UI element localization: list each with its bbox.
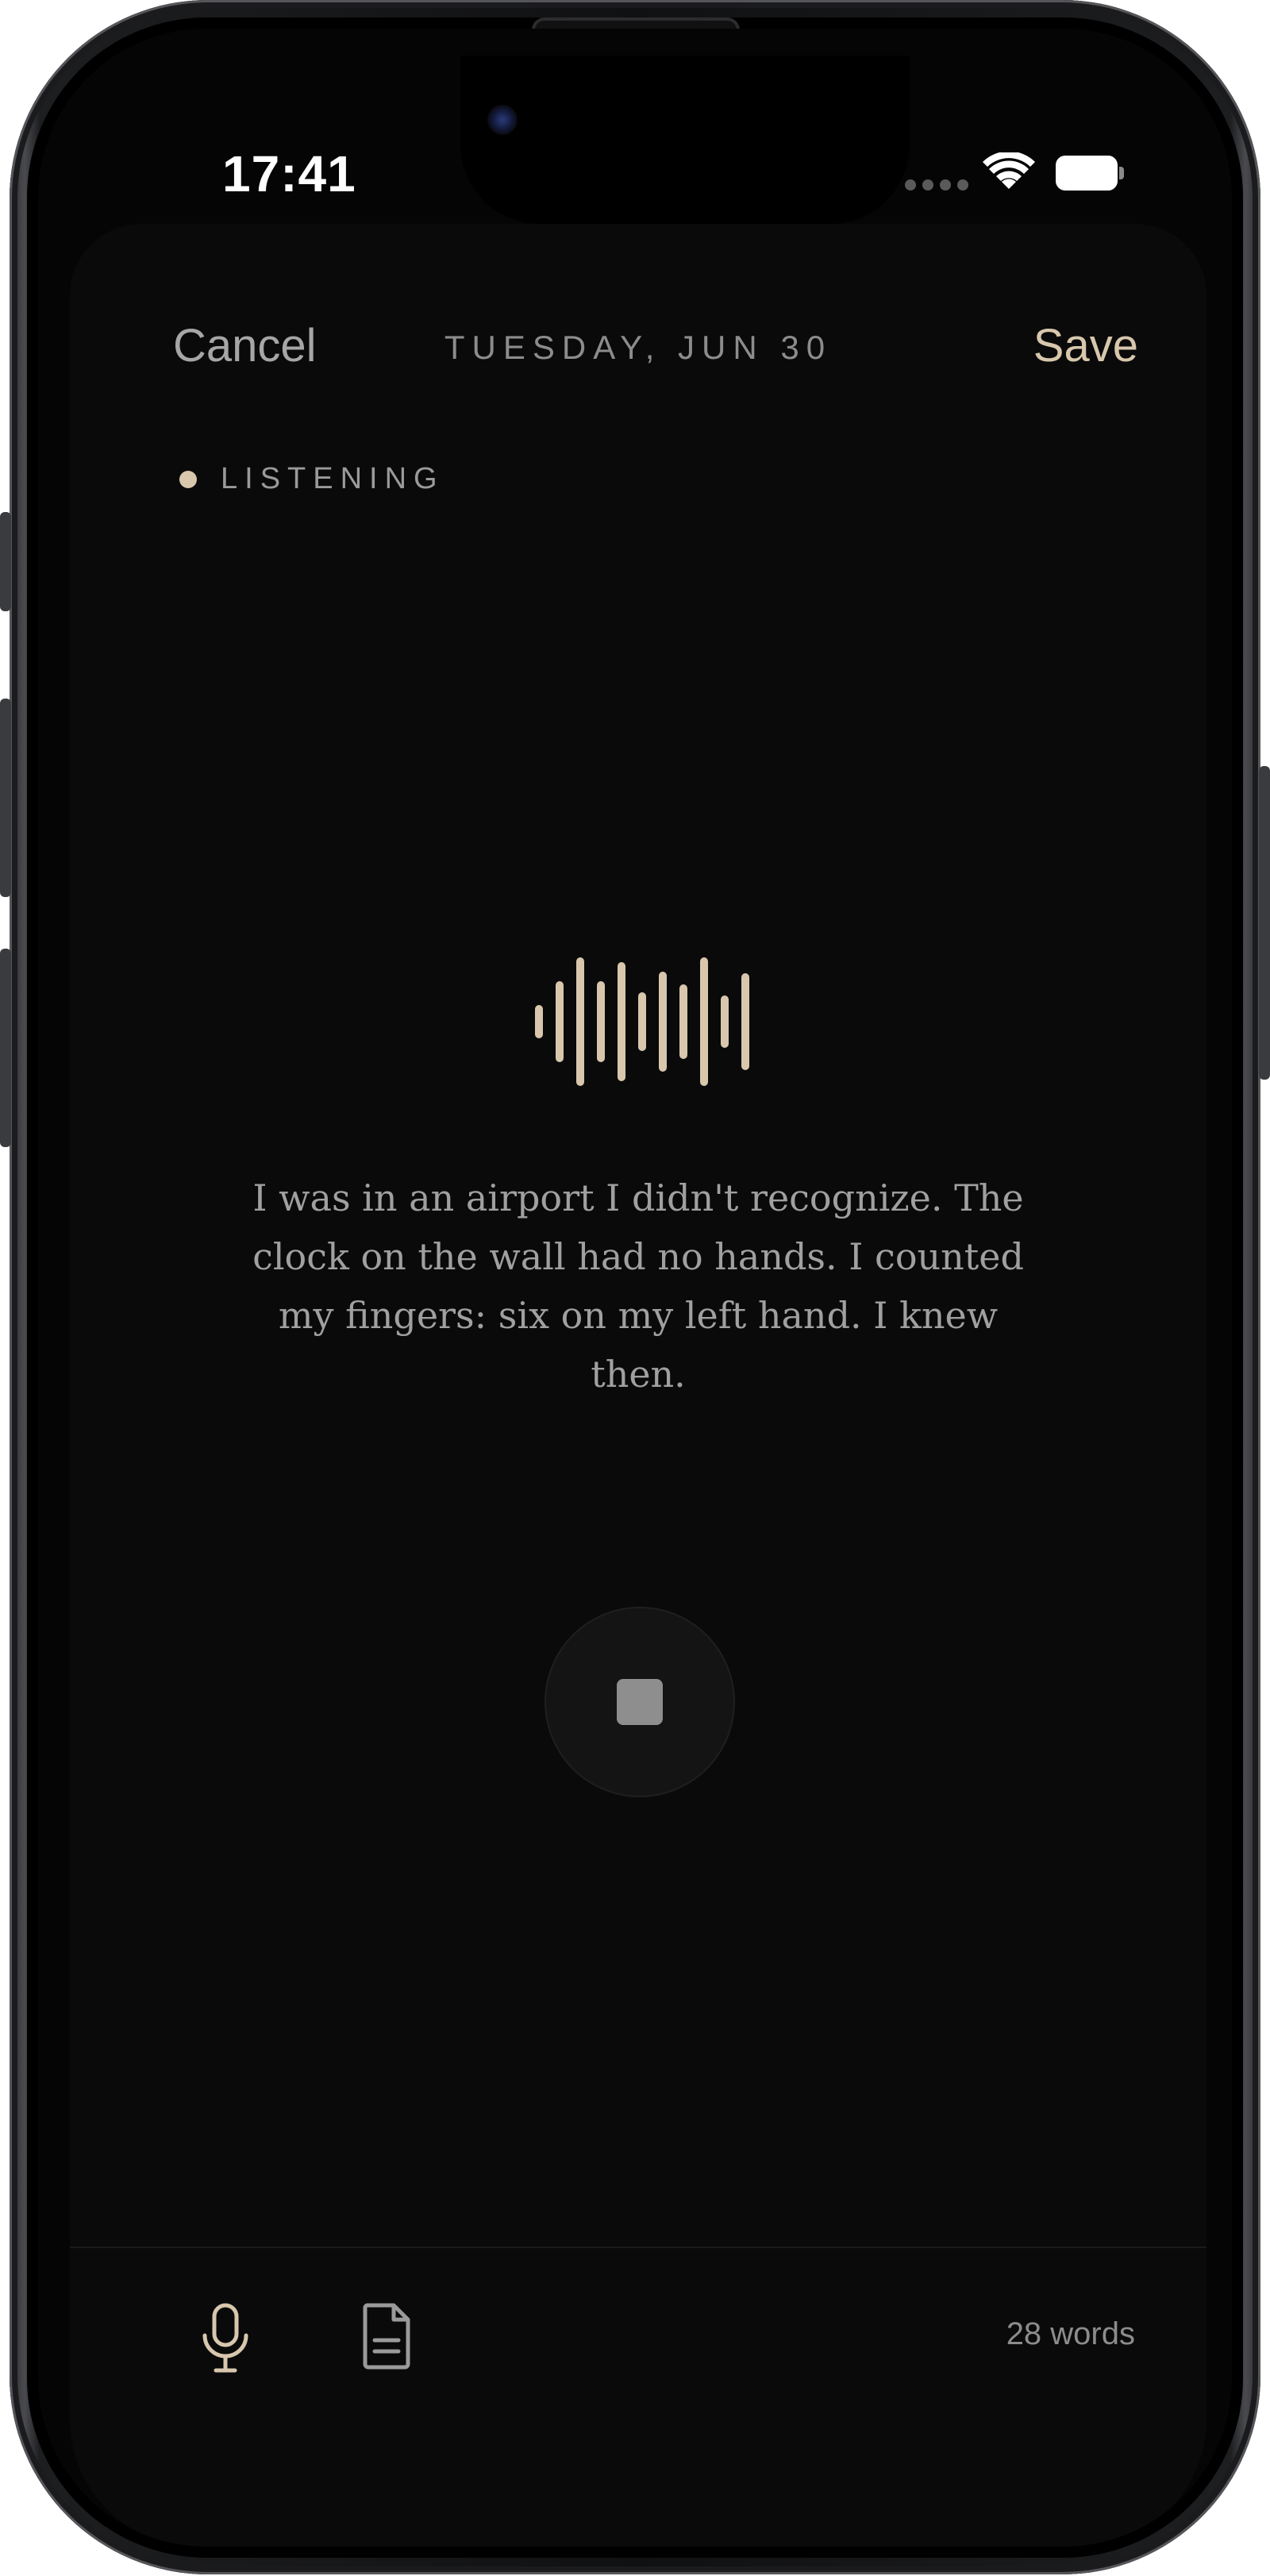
status-time: 17:41 <box>222 145 356 202</box>
volume-down-button <box>0 949 11 1147</box>
power-button <box>1259 766 1270 1080</box>
battery-icon <box>1056 156 1124 191</box>
stop-recording-button[interactable] <box>546 1608 733 1796</box>
microphone-icon[interactable] <box>200 2302 251 2374</box>
device-mockup: 17:41 Cancel TUESDAY, JUN 30 Save LISTEN… <box>0 0 1270 2576</box>
signal-dots-icon <box>905 179 968 191</box>
audio-waveform-icon <box>535 957 749 1086</box>
action-button <box>0 512 11 611</box>
save-button[interactable]: Save <box>1033 319 1138 372</box>
wifi-icon <box>983 152 1035 189</box>
voice-entry-sheet: Cancel TUESDAY, JUN 30 Save LISTENING I … <box>70 224 1206 2547</box>
recording-dot-icon <box>179 470 197 488</box>
stop-icon <box>617 1679 663 1725</box>
word-count: 28 words <box>1006 2316 1135 2351</box>
screen: 17:41 Cancel TUESDAY, JUN 30 Save LISTEN… <box>38 29 1232 2547</box>
live-transcript: I was in an airport I didn't recognize. … <box>252 1176 1024 1396</box>
listening-label: LISTENING <box>221 462 444 495</box>
listening-indicator: LISTENING <box>179 462 444 496</box>
document-icon[interactable] <box>360 2302 413 2370</box>
toolbar-divider <box>70 2247 1206 2248</box>
dynamic-island <box>460 56 910 224</box>
volume-up-button <box>0 699 11 897</box>
front-camera <box>487 105 518 135</box>
